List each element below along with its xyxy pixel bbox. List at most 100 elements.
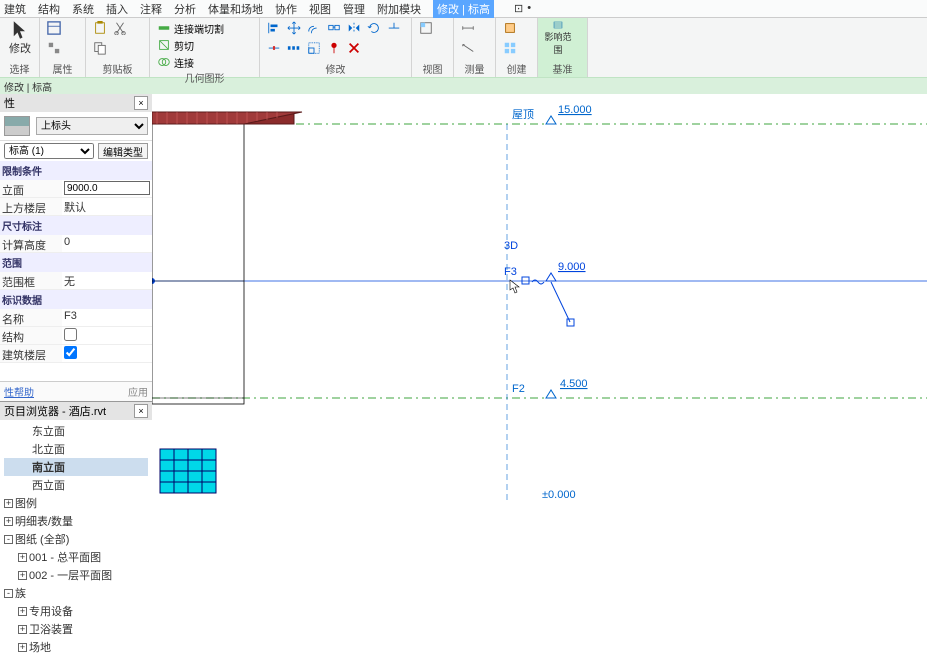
ribbon: 修改 选择 属性 剪贴板 连接端切割 剪切 连接 几何图形 xyxy=(0,18,927,78)
menu-item[interactable]: 插入 xyxy=(106,1,128,17)
tree-node[interactable]: 南立面 xyxy=(4,458,148,476)
move-icon[interactable] xyxy=(286,20,302,36)
level-value[interactable]: ±0.000 xyxy=(542,489,576,500)
offset-icon[interactable] xyxy=(306,20,322,36)
menu-item[interactable]: 建筑 xyxy=(4,1,26,17)
ribbon-group-props: 属性 xyxy=(40,18,86,77)
menu-item[interactable]: 协作 xyxy=(275,1,297,17)
rotate-icon[interactable] xyxy=(366,20,382,36)
tree-node[interactable]: +图例 xyxy=(4,494,148,512)
menu-item[interactable]: 视图 xyxy=(309,1,331,17)
modify-button[interactable]: 修改 xyxy=(6,20,34,56)
array-icon[interactable] xyxy=(286,40,302,56)
prop-value[interactable]: 0 xyxy=(62,235,152,252)
type-icon[interactable] xyxy=(46,40,62,56)
tree-node[interactable]: +001 - 总平面图 xyxy=(4,548,148,566)
apply-button[interactable]: 应用 xyxy=(128,384,148,399)
tree-label: 东立面 xyxy=(32,423,65,439)
expander-icon[interactable]: - xyxy=(4,535,13,544)
level-name[interactable]: F2 xyxy=(512,383,525,395)
join-label[interactable]: 连接 xyxy=(174,55,194,70)
3d-toggle[interactable]: 3D xyxy=(504,240,518,252)
cut-geom-icon[interactable] xyxy=(156,37,172,53)
scale-icon[interactable] xyxy=(306,40,322,56)
cut-icon[interactable] xyxy=(112,20,128,36)
menu-item[interactable]: 系统 xyxy=(72,1,94,17)
mirror-icon[interactable] xyxy=(346,20,362,36)
level-value[interactable]: 9.000 xyxy=(558,261,586,273)
ribbon-group-modify: 修改 xyxy=(260,18,412,77)
tree-node[interactable]: +卫浴装置 xyxy=(4,620,148,638)
bubble-toggle[interactable] xyxy=(522,277,529,284)
tree-node[interactable]: +明细表/数量 xyxy=(4,512,148,530)
level-value[interactable]: 15.000 xyxy=(558,104,592,116)
menu-item[interactable]: 管理 xyxy=(343,1,365,17)
structural-checkbox[interactable] xyxy=(64,328,77,341)
expander-icon[interactable]: - xyxy=(4,589,13,598)
copy-mod-icon[interactable] xyxy=(326,20,342,36)
pin-icon[interactable] xyxy=(326,40,342,56)
menu-item[interactable]: 注释 xyxy=(140,1,162,17)
menu-item-active[interactable]: 修改 | 标高 xyxy=(433,0,494,18)
prop-row: 建筑楼层 xyxy=(0,345,152,363)
close-icon[interactable]: × xyxy=(134,404,148,418)
prop-value[interactable]: 默认 xyxy=(62,198,152,215)
close-icon[interactable]: × xyxy=(134,96,148,110)
help-link[interactable]: 性帮助 xyxy=(4,384,34,399)
group-icon[interactable] xyxy=(502,40,518,56)
menu-item[interactable]: 体量和场地 xyxy=(208,1,263,17)
browser-tree[interactable]: 东立面北立面南立面西立面+图例+明细表/数量-图纸 (全部)+001 - 总平面… xyxy=(0,420,152,658)
expand-icon[interactable]: ⊡ xyxy=(514,2,523,15)
propagate-button[interactable]: 影响范围 xyxy=(544,20,572,56)
tree-node[interactable]: 西立面 xyxy=(4,476,148,494)
ribbon-label: 选择 xyxy=(6,61,33,77)
tree-node[interactable]: +专用设备 xyxy=(4,602,148,620)
menu-item[interactable]: 附加模块 xyxy=(377,1,421,17)
expander-icon[interactable]: + xyxy=(18,643,27,652)
dimension-icon[interactable] xyxy=(460,40,476,56)
cut-geom-label[interactable]: 剪切 xyxy=(174,38,194,53)
tree-node[interactable]: -图纸 (全部) xyxy=(4,530,148,548)
expander-icon[interactable]: + xyxy=(18,553,27,562)
paste-icon[interactable] xyxy=(92,20,108,36)
measure-icon[interactable] xyxy=(460,20,476,36)
properties-icon[interactable] xyxy=(46,20,62,36)
curtain-wall-preview xyxy=(160,449,216,493)
expander-icon[interactable]: + xyxy=(4,517,13,526)
drawing-canvas[interactable]: 屋顶 15.000 F3 9.000 3D F2 4.500 ±0.000 xyxy=(152,94,927,500)
level-value[interactable]: 4.500 xyxy=(560,378,588,390)
menu-item[interactable]: 结构 xyxy=(38,1,60,17)
elevation-input[interactable] xyxy=(64,181,150,195)
tree-node[interactable]: +场地 xyxy=(4,638,148,656)
prop-value[interactable]: F3 xyxy=(62,309,152,326)
view-icon[interactable] xyxy=(418,20,434,36)
type-dropdown[interactable]: 上标头 xyxy=(36,117,148,135)
edit-type-button[interactable]: 编辑类型 xyxy=(98,143,148,159)
level-name[interactable]: F3 xyxy=(504,266,517,278)
join-icon[interactable] xyxy=(156,54,172,70)
building-story-checkbox[interactable] xyxy=(64,346,77,359)
delete-icon[interactable] xyxy=(346,40,362,56)
dot-icon[interactable]: • xyxy=(527,2,531,15)
expander-icon[interactable]: + xyxy=(18,571,27,580)
expander-icon[interactable]: + xyxy=(18,625,27,634)
tree-node[interactable]: +002 - 一层平面图 xyxy=(4,566,148,584)
tree-label: 图例 xyxy=(15,495,37,511)
copy-icon[interactable] xyxy=(92,40,108,56)
tree-node[interactable]: -族 xyxy=(4,584,148,602)
tree-node[interactable]: 北立面 xyxy=(4,440,148,458)
align-icon[interactable] xyxy=(266,20,282,36)
padlock-icon[interactable] xyxy=(567,319,574,326)
trim-icon[interactable] xyxy=(386,20,402,36)
tree-node[interactable]: 东立面 xyxy=(4,422,148,440)
prop-value[interactable]: 无 xyxy=(62,272,152,289)
menu-item[interactable]: 分析 xyxy=(174,1,196,17)
instance-select[interactable]: 标高 (1) xyxy=(4,143,94,159)
expander-icon[interactable]: + xyxy=(18,607,27,616)
create-icon[interactable] xyxy=(502,20,518,36)
level-name[interactable]: 屋顶 xyxy=(512,108,534,121)
cope-label[interactable]: 连接端切割 xyxy=(174,21,224,36)
split-icon[interactable] xyxy=(266,40,282,56)
cope-icon[interactable] xyxy=(156,20,172,36)
prop-row: 范围框无 xyxy=(0,272,152,290)
